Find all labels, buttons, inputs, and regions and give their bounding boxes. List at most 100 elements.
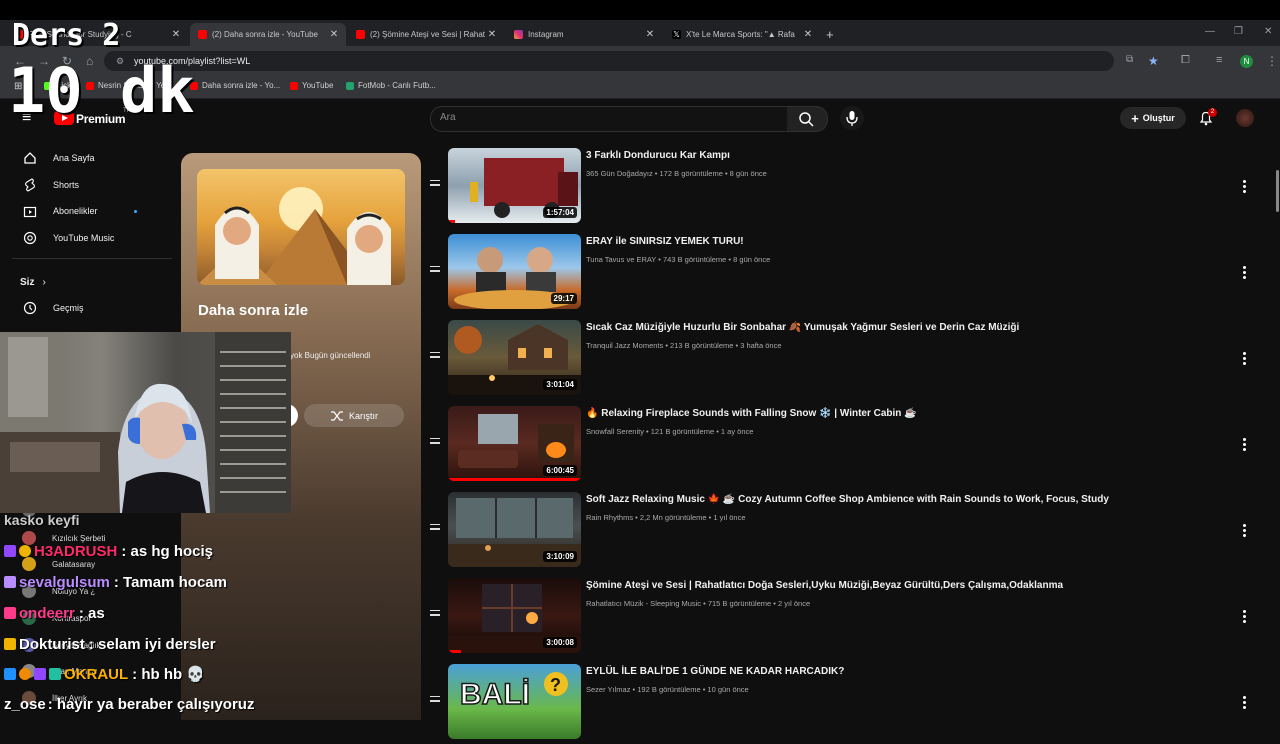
video-thumbnail[interactable]: 29:17 bbox=[448, 234, 581, 309]
search-button[interactable] bbox=[787, 106, 828, 132]
video-title[interactable]: 3 Farklı Dondurucu Kar Kampı bbox=[586, 150, 730, 161]
video-duration: 6:00:45 bbox=[543, 465, 577, 476]
video-title[interactable]: EYLÜL İLE BALİ'DE 1 GÜNDE NE KADAR HARCA… bbox=[586, 666, 844, 677]
close-window-icon[interactable]: ✕ bbox=[1264, 26, 1272, 37]
chat-text: : hayır ya beraber çalışıyoruz bbox=[47, 695, 255, 713]
minimize-icon[interactable]: — bbox=[1205, 26, 1215, 37]
bali-thumbnail-art: BALİ? bbox=[459, 672, 568, 712]
drag-handle-icon[interactable] bbox=[430, 696, 440, 705]
sidebar-you-header[interactable]: Siz › bbox=[20, 271, 170, 293]
playlist-meta: yok Bugün güncellendi bbox=[290, 351, 371, 360]
sidebar-item-music[interactable]: YouTube Music bbox=[20, 227, 170, 249]
scrollbar-thumb[interactable] bbox=[1276, 170, 1279, 212]
search-icon bbox=[799, 112, 814, 127]
install-app-icon[interactable]: ⧉ bbox=[1126, 54, 1133, 65]
more-actions-icon[interactable] bbox=[1243, 438, 1247, 453]
chat-text: kasko keyfi bbox=[4, 512, 80, 528]
shuffle-button[interactable]: Karıştır bbox=[304, 404, 404, 427]
create-label: Oluştur bbox=[1142, 113, 1175, 123]
browser-tab[interactable]: Instagram ✕ bbox=[506, 23, 662, 46]
video-title[interactable]: Soft Jazz Relaxing Music 🍁 ☕ Cozy Autumn… bbox=[586, 494, 1109, 505]
drag-handle-icon[interactable] bbox=[430, 180, 440, 189]
extensions-icon[interactable]: ⧠ bbox=[1181, 54, 1190, 67]
playlist-title: Daha sonra izle bbox=[198, 302, 309, 319]
more-actions-icon[interactable] bbox=[1243, 180, 1247, 195]
video-title[interactable]: 🔥 Relaxing Fireplace Sounds with Falling… bbox=[586, 408, 917, 419]
sidebar-item-home[interactable]: Ana Sayfa bbox=[20, 147, 170, 169]
chat-text: : as hg hociş bbox=[121, 542, 214, 560]
close-tab-icon[interactable]: ✕ bbox=[486, 29, 498, 40]
sidebar-item-shorts[interactable]: Shorts bbox=[20, 174, 170, 196]
chat-text: : hb hb 💀 bbox=[132, 666, 205, 683]
video-meta: Rahatlatıcı Müzik - Sleeping Music • 715… bbox=[586, 599, 811, 608]
playlist-video-row[interactable]: 3:10:09 Soft Jazz Relaxing Music 🍁 ☕ Coz… bbox=[428, 492, 1268, 572]
omnibox[interactable] bbox=[104, 51, 1114, 71]
more-actions-icon[interactable] bbox=[1243, 610, 1247, 625]
bookmark-star-icon[interactable]: ★ bbox=[1148, 54, 1159, 68]
browser-tab[interactable]: (2) Şömine Ateşi ve Sesi | Rahat ✕ bbox=[348, 23, 504, 46]
more-actions-icon[interactable] bbox=[1243, 266, 1247, 281]
sidebar-item-label: Shorts bbox=[53, 180, 80, 190]
browser-menu-icon[interactable]: ⋮ bbox=[1266, 54, 1278, 68]
video-title[interactable]: ERAY ile SINIRSIZ YEMEK TURU! bbox=[586, 236, 744, 247]
youtube-icon bbox=[290, 81, 298, 90]
video-thumbnail[interactable]: 1:57:04 bbox=[448, 148, 581, 223]
gift-badge-icon bbox=[49, 668, 61, 680]
restore-icon[interactable]: ❐ bbox=[1234, 26, 1243, 37]
shuffle-icon bbox=[330, 410, 343, 421]
video-thumbnail[interactable]: 3:00:08 bbox=[448, 578, 581, 653]
drag-handle-icon[interactable] bbox=[430, 524, 440, 533]
close-tab-icon[interactable]: ✕ bbox=[644, 29, 656, 40]
video-meta: Sezer Yılmaz • 192 B görüntüleme • 10 gü… bbox=[586, 685, 749, 694]
webcam-overlay bbox=[0, 332, 291, 513]
subscriptions-icon bbox=[20, 204, 40, 218]
account-avatar[interactable] bbox=[1236, 109, 1254, 127]
bookmark-item[interactable]: Daha sonra izle - Yo... bbox=[190, 81, 280, 90]
playlist-video-row[interactable]: BALİ? EYLÜL İLE BALİ'DE 1 GÜNDE NE KADAR… bbox=[428, 664, 1268, 744]
bookmark-item[interactable]: YouTube bbox=[290, 81, 333, 90]
media-icon[interactable]: ≡ bbox=[1216, 54, 1222, 66]
video-title[interactable]: Şömine Ateşi ve Sesi | Rahatlatıcı Doğa … bbox=[586, 580, 1063, 591]
playlist-thumbnail[interactable] bbox=[197, 169, 405, 285]
video-thumbnail[interactable]: BALİ? bbox=[448, 664, 581, 739]
chat-username: H3ADRUSH bbox=[34, 542, 118, 560]
profile-avatar[interactable]: N bbox=[1240, 55, 1253, 68]
new-tab-button[interactable]: + bbox=[826, 23, 846, 46]
browser-tab-active[interactable]: (2) Daha sonra izle - YouTube ✕ bbox=[190, 23, 346, 46]
video-thumbnail[interactable]: 3:10:09 bbox=[448, 492, 581, 567]
crown-badge-icon bbox=[4, 638, 16, 650]
chat-text: : Tamam hocam bbox=[113, 573, 227, 591]
more-actions-icon[interactable] bbox=[1243, 352, 1247, 367]
drag-handle-icon[interactable] bbox=[430, 352, 440, 361]
video-thumbnail[interactable]: 6:00:45 bbox=[448, 406, 581, 481]
drag-handle-icon[interactable] bbox=[430, 610, 440, 619]
more-actions-icon[interactable] bbox=[1243, 696, 1247, 711]
create-button[interactable]: + Oluştur bbox=[1120, 107, 1186, 129]
new-content-dot bbox=[133, 209, 137, 213]
more-actions-icon[interactable] bbox=[1243, 524, 1247, 539]
video-title[interactable]: Sıcak Caz Müziğiyle Huzurlu Bir Sonbahar… bbox=[586, 322, 1019, 333]
playlist-video-row[interactable]: 29:17 ERAY ile SINIRSIZ YEMEK TURU! Tuna… bbox=[428, 234, 1268, 314]
chat-username: Dokturist bbox=[19, 635, 85, 653]
sidebar-item-history[interactable]: Geçmiş bbox=[20, 297, 170, 319]
drag-handle-icon[interactable] bbox=[430, 266, 440, 275]
drag-handle-icon[interactable] bbox=[430, 438, 440, 447]
playlist-video-row[interactable]: 1:57:04 3 Farklı Dondurucu Kar Kampı 365… bbox=[428, 148, 1268, 228]
voice-search-button[interactable] bbox=[840, 106, 864, 130]
playlist-video-row[interactable]: 3:00:08 Şömine Ateşi ve Sesi | Rahatlatı… bbox=[428, 578, 1268, 658]
chat-text: : as bbox=[78, 604, 105, 622]
browser-tab[interactable]: 𝕏 X'te Le Marca Sports: "▲ Rafa ✕ bbox=[664, 23, 820, 46]
playlist-video-row[interactable]: 6:00:45 🔥 Relaxing Fireplace Sounds with… bbox=[428, 406, 1268, 486]
close-tab-icon[interactable]: ✕ bbox=[170, 29, 182, 40]
close-tab-icon[interactable]: ✕ bbox=[328, 29, 340, 40]
sidebar-item-subscriptions[interactable]: Abonelikler bbox=[20, 200, 170, 222]
notification-count-badge: 2 bbox=[1208, 108, 1217, 117]
close-tab-icon[interactable]: ✕ bbox=[802, 29, 814, 40]
search-input[interactable] bbox=[430, 106, 788, 132]
playlist-video-row[interactable]: 3:01:04 Sıcak Caz Müziğiyle Huzurlu Bir … bbox=[428, 320, 1268, 400]
gift-badge-icon bbox=[19, 545, 31, 557]
webcam-feed-image bbox=[0, 332, 291, 513]
svg-text:?: ? bbox=[550, 675, 561, 695]
bookmark-item[interactable]: FotMob - Canlı Futb... bbox=[346, 81, 436, 90]
video-thumbnail[interactable]: 3:01:04 bbox=[448, 320, 581, 395]
